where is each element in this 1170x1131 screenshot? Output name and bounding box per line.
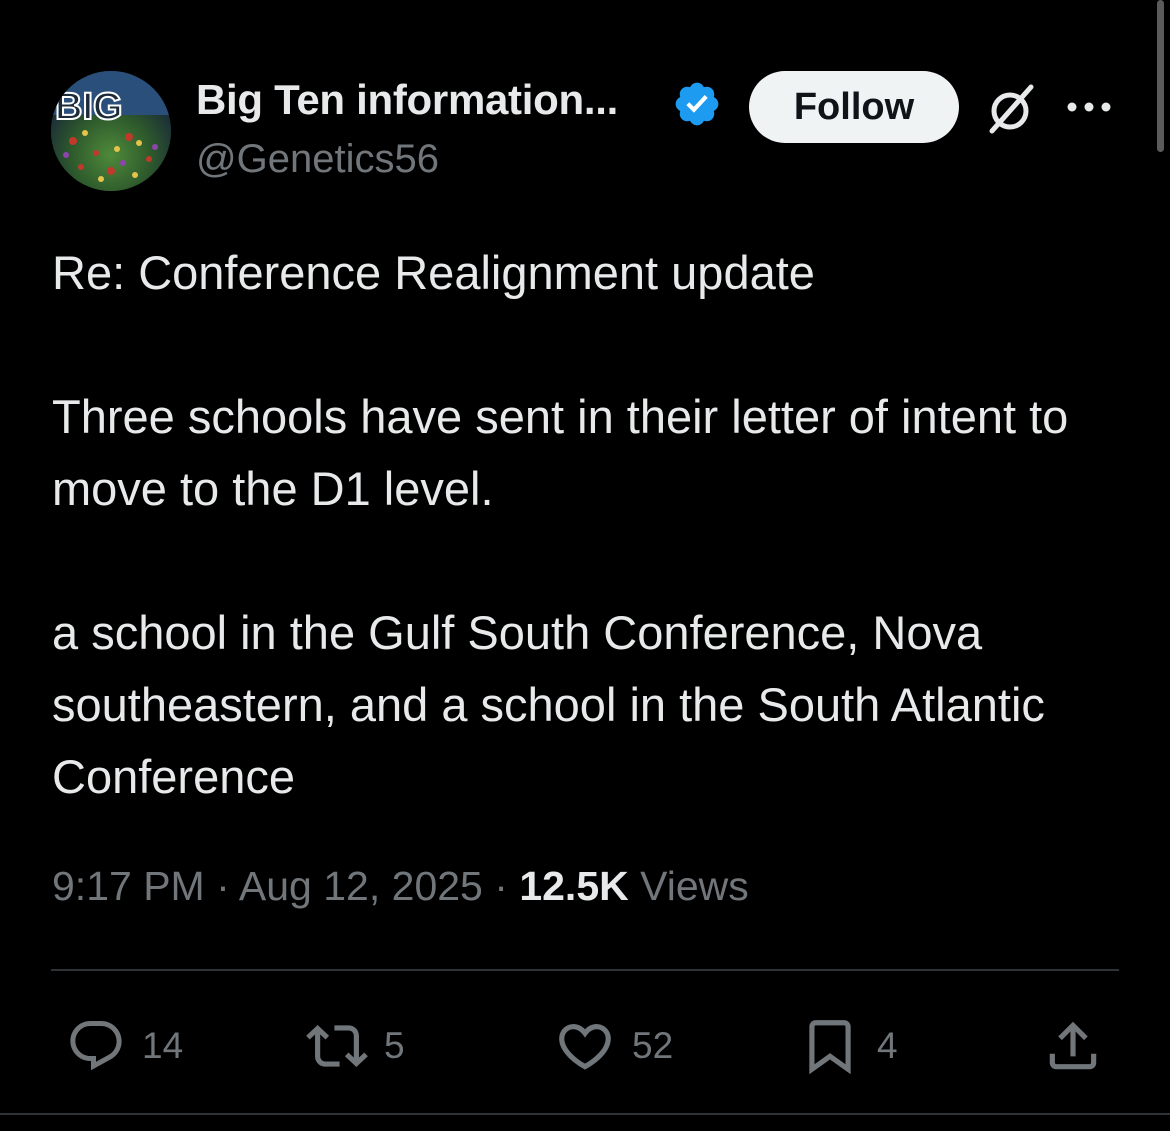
tweet-date[interactable]: Aug 12, 2025 [239,863,483,909]
scrollbar[interactable] [1157,0,1164,152]
avatar-logo-text: BIG [55,86,123,128]
views-count: 12.5K [519,863,629,909]
divider [0,1113,1170,1115]
meta-separator: · [494,863,508,909]
bookmark-count: 4 [877,1025,898,1066]
tweet-text: Re: Conference Realignment update Three … [52,246,1069,803]
like-count: 52 [632,1025,674,1066]
like-button[interactable]: 52 [554,1012,673,1080]
share-button[interactable] [1042,1012,1104,1080]
share-icon [1049,1021,1097,1070]
reply-icon [70,1021,122,1071]
reply-count: 14 [142,1025,184,1066]
author-display-name[interactable]: Big Ten information... [196,76,618,124]
repost-icon [306,1025,368,1067]
bookmark-button[interactable]: 4 [799,1012,898,1080]
verified-badge-icon [675,82,719,126]
author-avatar[interactable]: BIG [51,71,171,191]
bookmark-icon [809,1020,851,1075]
divider [51,969,1119,971]
author-handle[interactable]: @Genetics56 [196,137,439,182]
grok-icon[interactable] [983,82,1037,136]
tweet-metadata: 9:17 PM · Aug 12, 2025 · 12.5K Views [52,863,749,910]
more-options-icon[interactable] [1064,94,1114,120]
tweet-time[interactable]: 9:17 PM [52,863,205,909]
repost-button[interactable]: 5 [306,1012,405,1080]
repost-count: 5 [384,1025,405,1066]
follow-button[interactable]: Follow [749,71,959,143]
views-label: Views [640,863,749,909]
heart-icon [559,1024,611,1070]
reply-button[interactable]: 14 [66,1012,183,1080]
meta-separator: · [216,863,230,909]
